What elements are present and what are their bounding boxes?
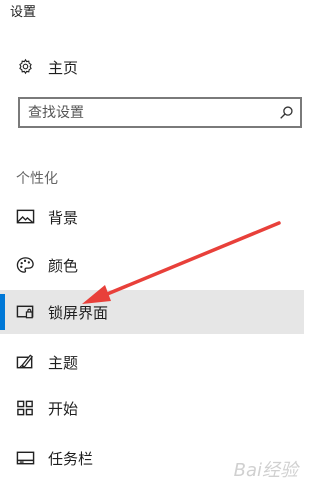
nav-home[interactable]: 主页	[0, 50, 304, 82]
nav-item-label: 主题	[48, 354, 79, 372]
watermark-text: Bai经验	[233, 460, 298, 481]
search-input[interactable]	[28, 103, 268, 123]
app-title: 设置	[10, 5, 37, 20]
nav-home-label: 主页	[48, 59, 79, 77]
selection-indicator	[0, 294, 5, 330]
nav-item-colors[interactable]: 颜色	[0, 243, 304, 287]
nav-item-background[interactable]: 背景	[0, 195, 304, 239]
nav-item-label: 任务栏	[48, 450, 94, 468]
search-box[interactable]	[18, 97, 302, 128]
nav-item-label: 开始	[48, 400, 79, 418]
section-header-personalization: 个性化	[16, 171, 58, 187]
search-icon[interactable]	[279, 105, 294, 120]
nav-item-label: 颜色	[48, 257, 79, 275]
nav-item-label: 背景	[48, 209, 79, 227]
nav-item-lock-screen[interactable]: 锁屏界面	[0, 290, 304, 334]
nav-item-label: 锁屏界面	[48, 304, 109, 322]
theme-brush-icon	[16, 354, 34, 369]
palette-icon	[16, 257, 34, 273]
start-grid-icon	[17, 400, 33, 416]
nav-item-start[interactable]: 开始	[0, 386, 304, 430]
nav-item-themes[interactable]: 主题	[0, 340, 304, 384]
picture-icon	[16, 209, 35, 224]
lock-screen-icon	[16, 305, 34, 319]
gear-icon	[19, 58, 32, 75]
watermark: Bai经验	[234, 456, 298, 482]
taskbar-icon	[16, 451, 35, 465]
